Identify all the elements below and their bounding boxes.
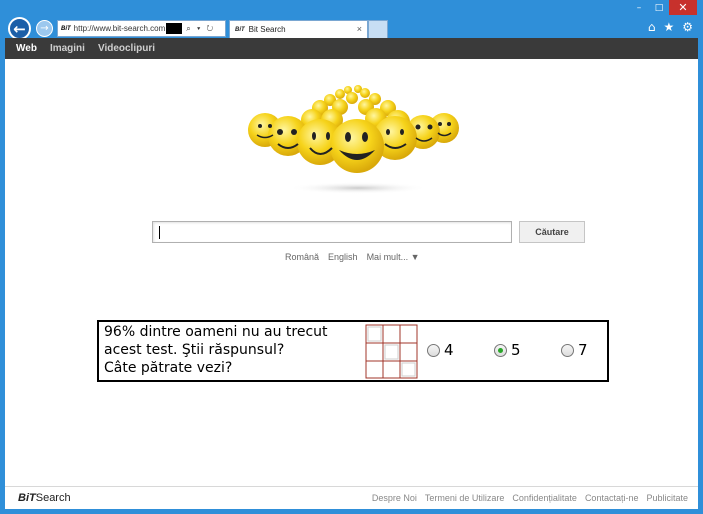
- smileys-logo: [248, 85, 459, 194]
- window-controls: – □ ✕: [629, 0, 697, 15]
- footer-links: Despre Noi Termeni de Utilizare Confiden…: [372, 493, 688, 503]
- web-page: Web Imagini Videoclipuri Căutare Română …: [5, 38, 698, 509]
- maximize-icon[interactable]: □: [649, 0, 669, 15]
- smiley-faces-group: [248, 85, 459, 173]
- ad-line-3: Câte pătrate vezi?: [104, 360, 233, 376]
- ad-line-2: acest test. Ştii răspunsul?: [104, 342, 285, 358]
- ad-answer-options: 4 5 7: [427, 341, 628, 359]
- search-button[interactable]: Căutare: [519, 221, 585, 243]
- address-tools-icons[interactable]: ⌕ ▾ ↻: [186, 24, 215, 34]
- tab-bit-search[interactable]: BiT Bit Search ×: [229, 20, 368, 38]
- answer-label-5: 5: [511, 341, 521, 359]
- address-url: http://www.bit-search.com: [73, 24, 166, 33]
- lang-link-romana[interactable]: Română: [285, 252, 319, 262]
- tab-close-icon[interactable]: ×: [357, 24, 362, 34]
- lang-link-more[interactable]: Mai mult... ▼: [367, 252, 420, 262]
- ad-question-text: 96% dintre oameni nu au trecut acest tes…: [104, 323, 364, 377]
- footer-logo-search: Search: [35, 492, 71, 504]
- home-icon[interactable]: ⌂: [648, 20, 656, 34]
- address-bar[interactable]: BiT http://www.bit-search.com ⌕ ▾ ↻: [57, 20, 226, 37]
- language-links: Română English Mai mult... ▼: [285, 252, 419, 262]
- answer-option-7[interactable]: 7: [561, 341, 628, 359]
- search-input[interactable]: [152, 221, 512, 243]
- nav-item-web[interactable]: Web: [16, 43, 37, 54]
- quiz-advertisement[interactable]: 96% dintre oameni nu au trecut acest tes…: [97, 320, 609, 382]
- back-arrow-icon[interactable]: ←: [8, 17, 31, 40]
- favorites-star-icon[interactable]: ★: [663, 20, 674, 34]
- browser-titlebar: ← → BiT http://www.bit-search.com ⌕ ▾ ↻ …: [0, 0, 703, 40]
- forward-arrow-icon[interactable]: →: [36, 20, 53, 37]
- redaction-block: [166, 23, 183, 34]
- footer-logo[interactable]: BiTSearch: [18, 492, 71, 504]
- browser-bottom-edge: [0, 509, 703, 514]
- page-footer: BiTSearch Despre Noi Termeni de Utilizar…: [5, 486, 698, 509]
- answer-option-4[interactable]: 4: [427, 341, 494, 359]
- answer-label-4: 4: [444, 341, 454, 359]
- footer-link-publicitate[interactable]: Publicitate: [646, 493, 688, 503]
- browser-toolbar-icons: ⌂ ★ ⚙: [648, 20, 693, 34]
- radio-7[interactable]: [561, 343, 574, 357]
- footer-link-confidentialitate[interactable]: Confidențialitate: [512, 493, 577, 503]
- squares-grid-image: [365, 324, 418, 379]
- top-navigation: Web Imagini Videoclipuri: [5, 38, 698, 59]
- browser-window: ← → BiT http://www.bit-search.com ⌕ ▾ ↻ …: [0, 0, 703, 514]
- minimize-icon[interactable]: –: [629, 0, 649, 15]
- footer-link-termeni[interactable]: Termeni de Utilizare: [425, 493, 505, 503]
- tab-title: Bit Search: [248, 25, 286, 34]
- nav-item-videoclipuri[interactable]: Videoclipuri: [98, 43, 155, 54]
- new-tab-button[interactable]: [368, 20, 388, 38]
- close-window-icon[interactable]: ✕: [669, 0, 697, 15]
- radio-4[interactable]: [427, 343, 440, 357]
- footer-link-despre[interactable]: Despre Noi: [372, 493, 417, 503]
- footer-logo-bit: BiT: [18, 492, 36, 504]
- text-caret: [159, 226, 160, 239]
- answer-label-7: 7: [578, 341, 588, 359]
- footer-link-contact[interactable]: Contactați-ne: [585, 493, 639, 503]
- radio-5-selected[interactable]: [494, 343, 507, 357]
- tab-favicon-icon: BiT: [235, 26, 245, 33]
- lang-link-english[interactable]: English: [328, 252, 358, 262]
- ad-line-1: 96% dintre oameni nu au trecut: [104, 324, 328, 340]
- nav-item-imagini[interactable]: Imagini: [50, 43, 85, 54]
- site-favicon-icon: BiT: [61, 25, 71, 32]
- answer-option-5[interactable]: 5: [494, 341, 561, 359]
- settings-gear-icon[interactable]: ⚙: [682, 20, 693, 34]
